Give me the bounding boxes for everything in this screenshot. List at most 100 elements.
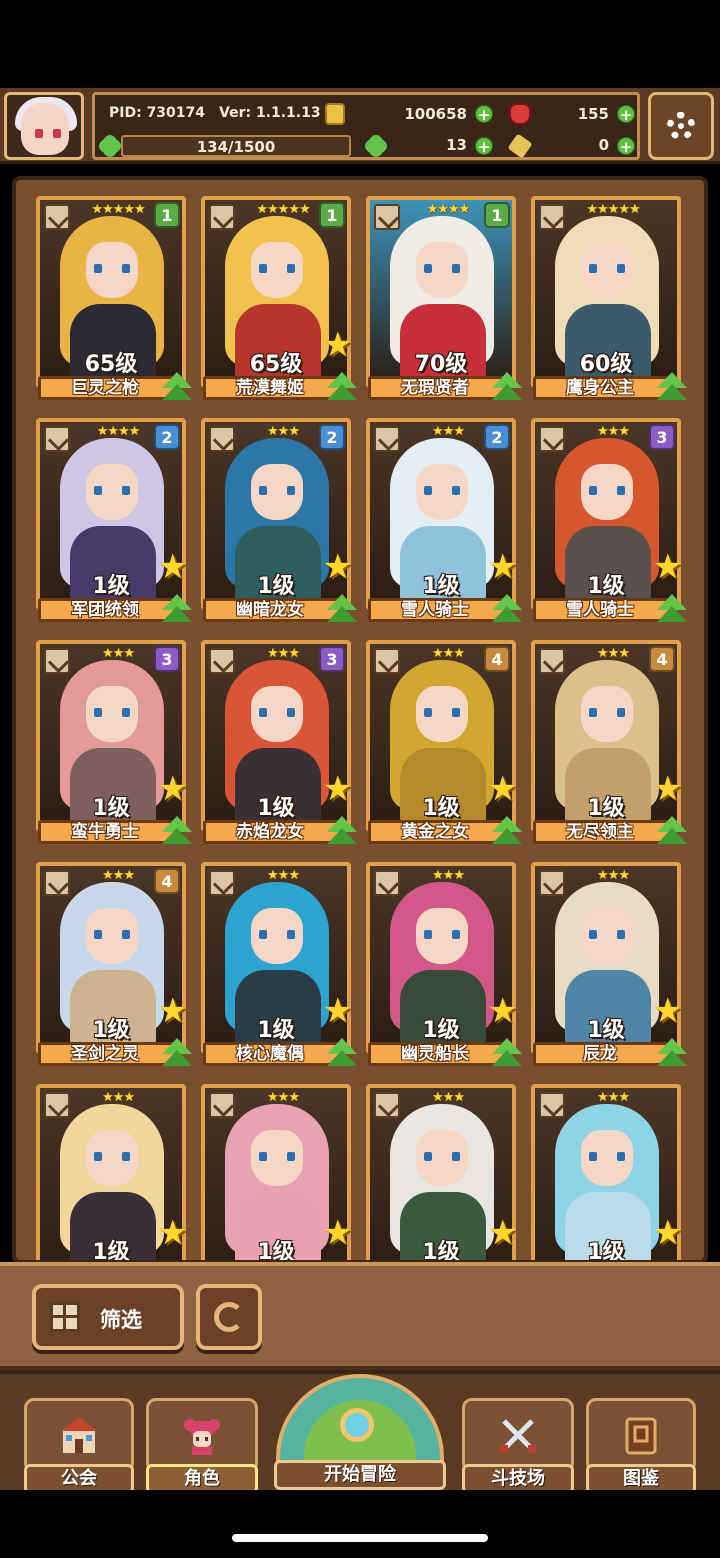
home-indicator[interactable] [232, 1534, 488, 1542]
character-name: 雪人骑士 [401, 600, 469, 620]
character-name: 军团统领 [71, 600, 139, 620]
add-clover-button[interactable]: + [475, 137, 493, 156]
key-currency: 0 + [507, 133, 635, 159]
name-plate: 蛮牛勇士 [38, 820, 178, 844]
star-upgrade-icon: ★ [157, 547, 188, 587]
character-card[interactable]: ★★★ 1级 ★ [531, 1084, 683, 1260]
star-upgrade-icon: ★ [652, 769, 683, 809]
add-key-button[interactable]: + [617, 137, 635, 156]
character-card[interactable]: ★★★★★ 1 65级 巨灵之枪 [36, 196, 192, 402]
character-card[interactable]: ★★★ 1级 ★ 核心魔偶 [201, 862, 357, 1068]
system-status-bar [0, 0, 720, 88]
character-card[interactable]: ★★★ 4 1级 ★ 黄金之女 [366, 640, 522, 846]
rarity-stars: ★★★ [267, 868, 300, 883]
character-card[interactable]: ★★★ 4 1级 ★ 圣剑之灵 [36, 862, 192, 1068]
name-plate: 圣剑之灵 [38, 1042, 178, 1066]
character-name: 无尽领主 [566, 822, 634, 842]
character-level: 60级 [579, 352, 633, 377]
rarity-stars: ★★★★★ [256, 202, 310, 217]
weapon-class-icon [44, 870, 70, 896]
gold-currency: 100658 + [323, 103, 493, 127]
character-card[interactable]: ★★★ 4 1级 ★ 无尽领主 [531, 640, 687, 846]
character-card[interactable]: ★★★ 1级 ★ 辰龙 [531, 862, 687, 1068]
level-up-arrow-icon [327, 372, 357, 402]
name-plate: 黄金之女 [368, 820, 508, 844]
character-roster-panel: ★★★★★ 1 65级 巨灵之枪 ★★★★★ 1 65级 ★ 荒漠舞姬 ★★★★ 1 70级 无瑕贤者 ★… [12, 176, 708, 1264]
name-plate: 核心魔偶 [203, 1042, 343, 1066]
nav-codex[interactable]: 图鉴 [586, 1398, 696, 1494]
character-name: 巨灵之枪 [71, 378, 139, 398]
portrait-eyes [259, 930, 295, 939]
name-plate: 辰龙 [533, 1042, 673, 1066]
character-card[interactable]: ★★★★ 2 1级 ★ 军团统领 [36, 418, 192, 624]
add-ruby-button[interactable]: + [617, 105, 635, 124]
rarity-stars: ★★★★★ [586, 202, 640, 217]
character-card[interactable]: ★★★ 2 1级 ★ 雪人骑士 [366, 418, 522, 624]
character-card[interactable]: ★★★ 3 1级 ★ 雪人骑士 [531, 418, 687, 624]
add-gold-button[interactable]: + [475, 105, 493, 124]
key-amount: 0 [598, 136, 609, 154]
rarity-stars: ★★★ [267, 1090, 300, 1105]
weapon-class-icon [44, 648, 70, 674]
weapon-class-icon [44, 426, 70, 452]
name-plate: 鹰身公主 [533, 376, 673, 400]
filter-button[interactable]: 筛选 [32, 1284, 184, 1350]
character-card[interactable]: ★★★ 1级 ★ [201, 1084, 353, 1260]
weapon-class-icon [209, 648, 235, 674]
tier-badge: 4 [154, 868, 180, 894]
weapon-class-icon [539, 204, 565, 230]
refresh-button[interactable] [196, 1284, 262, 1350]
rarity-stars: ★★★ [597, 646, 630, 661]
character-icon [184, 1419, 220, 1455]
avatar-eye [53, 129, 61, 138]
character-card[interactable]: ★★★ 1级 ★ [366, 1084, 518, 1260]
name-plate: 无尽领主 [533, 820, 673, 844]
nav-character[interactable]: 角色 [146, 1398, 258, 1494]
weapon-class-icon [209, 1092, 235, 1118]
nav-guild[interactable]: 公会 [24, 1398, 134, 1494]
card-frame: ★★★★★ 60级 [531, 196, 681, 388]
character-card[interactable]: ★★★ 1级 ★ 幽灵船长 [366, 862, 522, 1068]
level-up-arrow-icon [162, 1038, 192, 1068]
character-card[interactable]: ★★★ 3 1级 ★ 赤焰龙女 [201, 640, 357, 846]
character-card[interactable]: ★★★ 1级 ★ [36, 1084, 188, 1260]
name-plate: 雪人骑士 [368, 598, 508, 622]
settings-button[interactable] [648, 92, 714, 160]
portrait-eyes [94, 486, 130, 495]
tier-badge: 2 [319, 424, 345, 450]
character-card[interactable]: ★★★★★ 1 65级 ★ 荒漠舞姬 [201, 196, 357, 402]
portrait-eyes [94, 930, 130, 939]
name-plate: 军团统领 [38, 598, 178, 622]
character-name: 蛮牛勇士 [71, 822, 139, 842]
tier-badge: 1 [484, 202, 510, 228]
nav-plate [24, 1398, 134, 1468]
player-info-panel: PID: 730174 Ver: 1.1.1.13 134/1500 10065… [92, 92, 640, 160]
player-avatar[interactable] [4, 92, 84, 160]
level-up-arrow-icon [492, 1038, 522, 1068]
character-name: 雪人骑士 [566, 600, 634, 620]
character-card[interactable]: ★★★★ 1 70级 无瑕贤者 [366, 196, 522, 402]
star-upgrade-icon: ★ [157, 1213, 188, 1253]
weapon-class-icon [374, 426, 400, 452]
portrait-eyes [94, 264, 130, 273]
gold-amount: 100658 [404, 105, 467, 123]
character-card[interactable]: ★★★ 3 1级 ★ 蛮牛勇士 [36, 640, 192, 846]
start-adventure-button[interactable]: 开始冒险 [274, 1374, 446, 1490]
character-name: 无瑕贤者 [401, 378, 469, 398]
ruby-icon [509, 103, 531, 125]
nav-arena[interactable]: 斗技场 [462, 1398, 574, 1494]
name-plate: 无瑕贤者 [368, 376, 508, 400]
rarity-stars: ★★★ [597, 1090, 630, 1105]
portrait-eyes [424, 708, 460, 717]
level-up-arrow-icon [162, 372, 192, 402]
portrait-eyes [424, 264, 460, 273]
card-frame: ★★★★ 1 70级 [366, 196, 516, 388]
star-upgrade-icon: ★ [652, 991, 683, 1031]
character-card[interactable]: ★★★ 2 1级 ★ 幽暗龙女 [201, 418, 357, 624]
portrait-eyes [94, 708, 130, 717]
character-card[interactable]: ★★★★★ 60级 鹰身公主 [531, 196, 687, 402]
star-upgrade-icon: ★ [322, 547, 353, 587]
gold-coin-icon [325, 103, 345, 125]
tier-badge: 2 [154, 424, 180, 450]
level-up-arrow-icon [162, 594, 192, 624]
